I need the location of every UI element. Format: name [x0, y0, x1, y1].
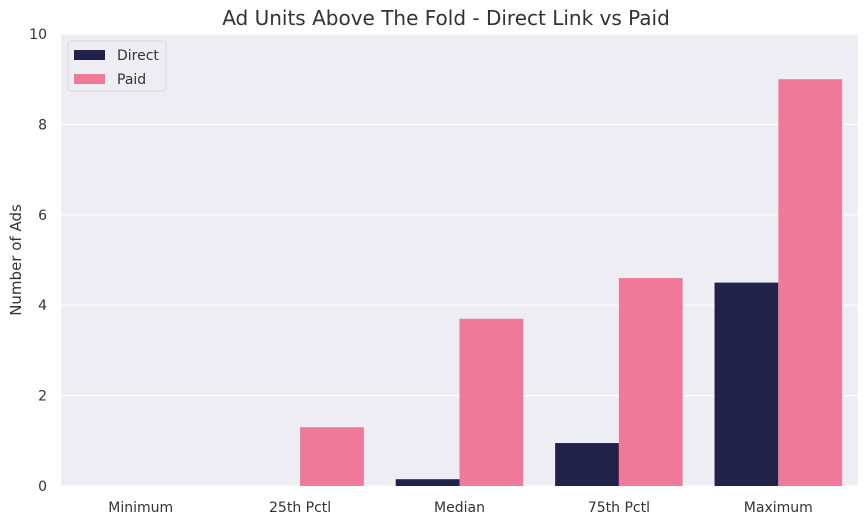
- bar-paid: [778, 79, 843, 486]
- y-axis-label: Number of Ads: [7, 204, 25, 316]
- bar-paid: [459, 318, 524, 486]
- legend-label: Paid: [117, 72, 146, 88]
- bar-direct: [555, 443, 619, 486]
- y-tick-label: 8: [38, 117, 47, 133]
- legend: Direct Paid: [67, 40, 167, 92]
- bar-paid: [300, 427, 364, 486]
- y-ticks: 0 2 4 6 8 10: [29, 27, 47, 495]
- y-tick-label: 10: [29, 27, 47, 43]
- legend-swatch: [74, 50, 105, 60]
- x-tick-label: Maximum: [744, 500, 813, 516]
- x-ticks: Minimum 25th Pctl Median 75th Pctl Maximum: [108, 500, 813, 516]
- y-tick-label: 6: [38, 208, 47, 224]
- x-tick-label: 75th Pctl: [588, 500, 650, 516]
- x-tick-label: Minimum: [108, 500, 173, 516]
- x-tick-label: Median: [434, 500, 485, 516]
- bar-direct: [714, 282, 779, 486]
- chart-title: Ad Units Above The Fold - Direct Link vs…: [222, 6, 670, 30]
- legend-swatch: [74, 74, 105, 84]
- x-tick-label: 25th Pctl: [269, 500, 331, 516]
- legend-label: Direct: [117, 48, 159, 64]
- chart: Ad Units Above The Fold - Direct Link vs…: [7, 6, 858, 516]
- y-tick-label: 4: [38, 298, 47, 314]
- y-tick-label: 0: [38, 479, 47, 495]
- bar-direct: [395, 479, 460, 486]
- bar-paid: [618, 278, 683, 486]
- y-tick-label: 2: [38, 389, 47, 405]
